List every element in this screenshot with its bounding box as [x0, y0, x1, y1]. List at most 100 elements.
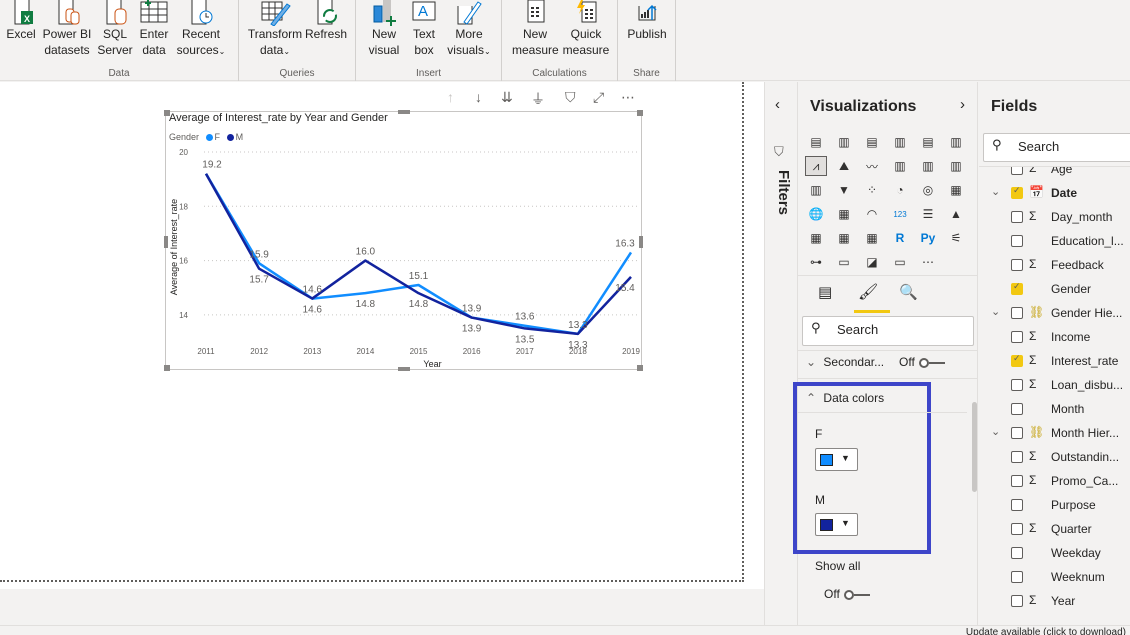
field-checkbox[interactable] [1011, 331, 1023, 343]
secondary-y-axis-section[interactable]: ⌄ Secondar... [806, 355, 884, 369]
scatter-chart-icon[interactable]: ⁘ [861, 180, 883, 200]
line-and-clustered-column-chart-icon[interactable]: ▥ [917, 156, 939, 176]
field-item[interactable]: Month [979, 398, 1130, 422]
decomposition-tree-icon[interactable]: ⊶ [805, 252, 827, 272]
chevron-down-icon[interactable]: ⌄ [991, 185, 1000, 198]
field-checkbox[interactable] [1011, 307, 1023, 319]
field-item[interactable]: ⌄ ⛓ Gender Hie... [979, 302, 1130, 326]
field-checkbox[interactable] [1011, 571, 1023, 583]
treemap-icon[interactable]: ▦ [945, 180, 967, 200]
power-bi-datasets-button[interactable]: Power BI datasets [42, 0, 92, 58]
field-item[interactable]: Σ Feedback [979, 254, 1130, 278]
gauge-icon[interactable]: ◠ [861, 204, 883, 224]
field-checkbox[interactable] [1011, 353, 1023, 367]
go-to-next-level-icon[interactable]: ⇊ [501, 89, 513, 106]
toggle-switch[interactable] [918, 357, 949, 368]
more-visuals-icon[interactable]: ⋯ [917, 252, 939, 272]
expand-hierarchy-icon[interactable]: ⏚ [531, 89, 545, 109]
filled-map-icon[interactable]: ▦ [833, 204, 855, 224]
format-pane-scrollbar[interactable] [972, 402, 977, 492]
python-visual-icon[interactable]: Py [917, 228, 939, 248]
map-icon[interactable]: 🌐 [805, 204, 827, 224]
filters-label[interactable]: Filters [775, 170, 792, 215]
field-item[interactable]: Σ Quarter [979, 518, 1130, 542]
recent-sources-button[interactable]: Recent sources⌄ [175, 0, 227, 60]
expand-pane-icon[interactable]: › [960, 96, 965, 113]
field-item[interactable]: ⌄ 📅 Date [979, 182, 1130, 206]
toggle-switch[interactable] [843, 589, 874, 600]
chevron-down-icon[interactable]: ⌄ [991, 305, 1000, 318]
field-checkbox[interactable] [1011, 259, 1023, 271]
line-chart-visual[interactable]: Average of Interest_rate by Year and Gen… [164, 110, 643, 371]
secondary-toggle[interactable]: Off [899, 355, 949, 369]
field-item[interactable]: Purpose [979, 494, 1130, 518]
field-item[interactable]: Education_l... [979, 230, 1130, 254]
drill-down-icon[interactable]: ↓ [475, 89, 482, 105]
clustered-column-chart-icon[interactable]: ▥ [889, 132, 911, 152]
format-search-input[interactable]: ⚲ Search [802, 316, 974, 346]
focus-mode-icon[interactable]: ⤢ [593, 89, 604, 106]
transform-data-button[interactable]: Transform data⌄ [247, 0, 303, 60]
more-options-icon[interactable]: ⋯ [621, 89, 635, 106]
field-item[interactable]: ⌄ ⛓ Month Hier... [979, 422, 1130, 446]
slicer-icon[interactable]: ▦ [805, 228, 827, 248]
new-visual-button[interactable]: New visual [366, 0, 402, 58]
new-measure-button[interactable]: New measure [512, 0, 559, 58]
field-checkbox[interactable] [1011, 499, 1023, 511]
field-item[interactable]: Σ Interest_rate [979, 350, 1130, 374]
stacked-bar-chart-icon[interactable]: ▤ [805, 132, 827, 152]
waterfall-chart-icon[interactable]: ▥ [805, 180, 827, 200]
field-item[interactable]: Weeknum [979, 566, 1130, 590]
donut-chart-icon[interactable]: ◎ [917, 180, 939, 200]
matrix-icon[interactable]: ▦ [861, 228, 883, 248]
field-item[interactable]: Σ Outstandin... [979, 446, 1130, 470]
paginated-report-icon[interactable]: ▭ [889, 252, 911, 272]
table-icon[interactable]: ▦ [833, 228, 855, 248]
data-colors-section-header[interactable]: ⌃ Data colors [806, 391, 884, 405]
kpi-icon[interactable]: ▲ [945, 204, 967, 224]
chevron-down-icon[interactable]: ⌄ [991, 425, 1000, 438]
100-stacked-bar-chart-icon[interactable]: ▤ [917, 132, 939, 152]
area-chart-icon[interactable]: ⛰ [833, 156, 855, 176]
sql-server-button[interactable]: SQL Server [95, 0, 135, 58]
field-checkbox[interactable] [1011, 235, 1023, 247]
field-checkbox[interactable] [1011, 523, 1023, 535]
field-item[interactable]: Weekday [979, 542, 1130, 566]
field-item[interactable]: Σ Year [979, 590, 1130, 614]
format-tab[interactable]: 🖌 [858, 282, 878, 302]
filter-icon[interactable]: ⛉ [565, 89, 576, 106]
field-item[interactable]: Σ Promo_Ca... [979, 470, 1130, 494]
show-all-toggle[interactable]: Off [824, 587, 874, 601]
100-stacked-column-chart-icon[interactable]: ▥ [945, 132, 967, 152]
field-item[interactable]: Σ Day_month [979, 206, 1130, 230]
r-script-visual-icon[interactable]: R [889, 228, 911, 248]
fields-search-input[interactable]: ⚲ Search [983, 133, 1130, 162]
field-item[interactable]: Σ Income [979, 326, 1130, 350]
analytics-tab[interactable]: 🔍 [899, 283, 918, 301]
collapse-pane-icon[interactable]: ‹ [775, 96, 780, 113]
clustered-bar-chart-icon[interactable]: ▤ [861, 132, 883, 152]
card-icon[interactable]: 123 [889, 204, 911, 224]
field-item[interactable]: Σ Loan_disbu... [979, 374, 1130, 398]
field-checkbox[interactable] [1011, 403, 1023, 415]
field-checkbox[interactable] [1011, 211, 1023, 223]
refresh-button[interactable]: Refresh [305, 0, 347, 42]
enter-data-button[interactable]: Enter data [137, 0, 171, 58]
color-picker-f[interactable]: ▼ [815, 448, 858, 471]
field-checkbox[interactable] [1011, 451, 1023, 463]
field-item[interactable]: Gender [979, 278, 1130, 302]
line-chart-icon[interactable]: ⩘ [805, 156, 827, 176]
excel-button[interactable]: X Excel [4, 0, 38, 42]
qa-visual-icon[interactable]: ▭ [833, 252, 855, 272]
field-checkbox[interactable] [1011, 281, 1023, 295]
funnel-chart-icon[interactable]: ▼ [833, 180, 855, 200]
color-picker-m[interactable]: ▼ [815, 513, 858, 536]
text-box-button[interactable]: A Text box [408, 0, 440, 58]
ribbon-chart-icon[interactable]: ▥ [945, 156, 967, 176]
field-checkbox[interactable] [1011, 167, 1023, 175]
multi-row-card-icon[interactable]: ☰ [917, 204, 939, 224]
pie-chart-icon[interactable]: ◔ [889, 180, 911, 200]
field-checkbox[interactable] [1011, 427, 1023, 439]
field-checkbox[interactable] [1011, 595, 1023, 607]
field-checkbox[interactable] [1011, 185, 1023, 199]
